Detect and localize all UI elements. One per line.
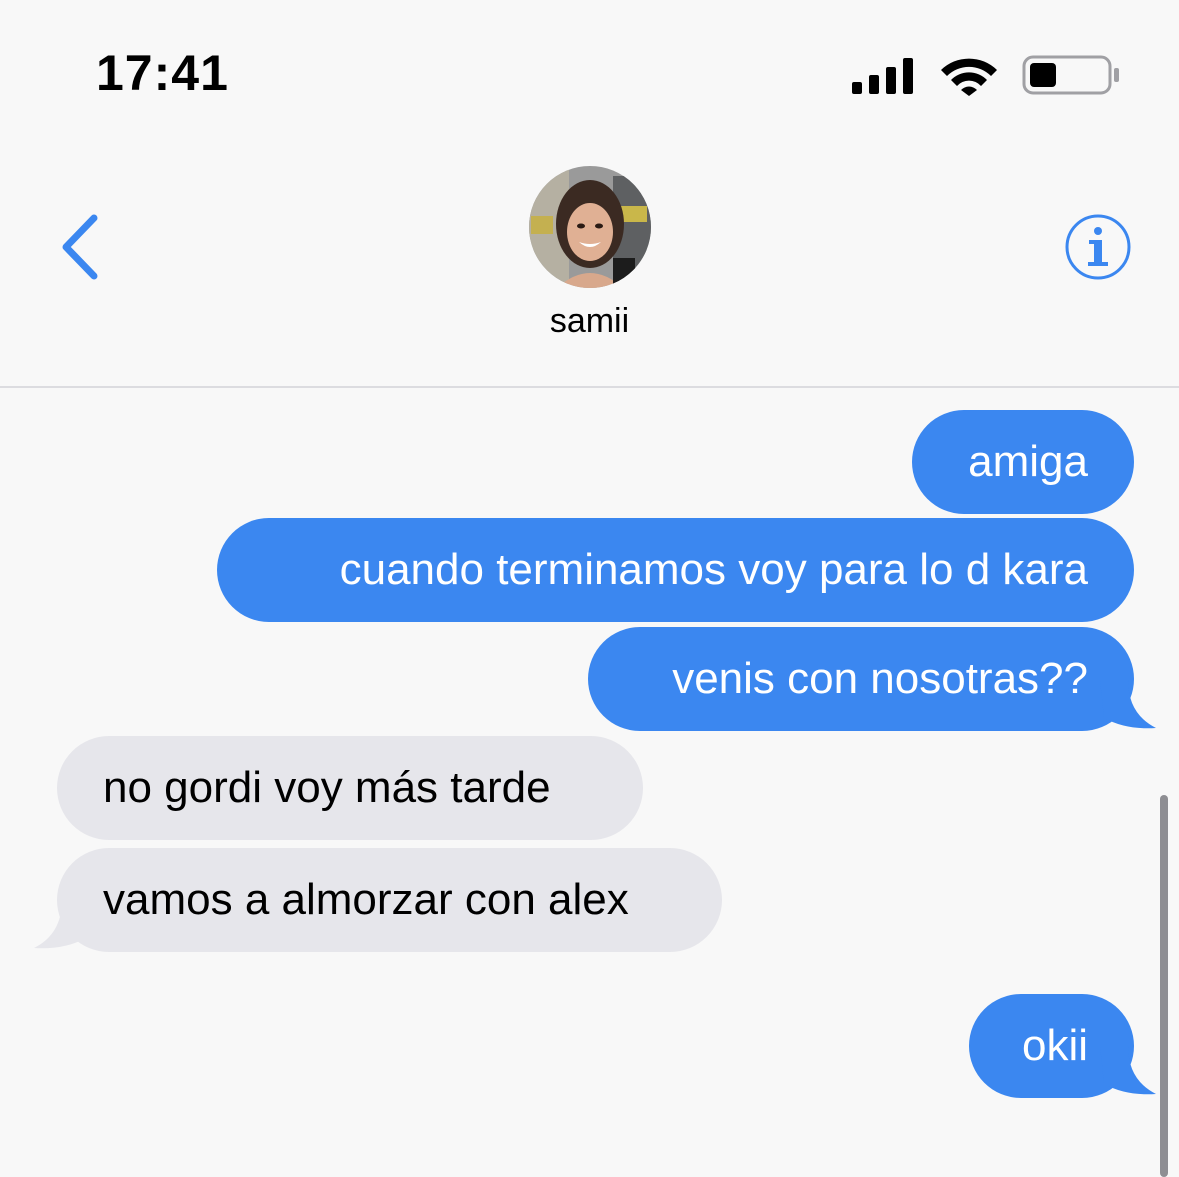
battery-level-fill [1030, 63, 1056, 87]
status-bar: 17:41 [0, 0, 1179, 150]
message-bubble-sent[interactable]: cuando terminamos voy para lo d kara [217, 518, 1134, 622]
bubble-tail [1100, 680, 1156, 729]
message-bubble-sent[interactable]: venis con nosotras?? [588, 627, 1134, 731]
wifi-icon [941, 58, 997, 96]
chevron-left-icon[interactable] [56, 212, 106, 282]
info-icon[interactable] [1063, 212, 1133, 282]
cellular-signal-icon [852, 58, 913, 94]
bubble-tail [34, 900, 90, 949]
battery-icon [1022, 55, 1119, 95]
scrollbar[interactable] [1160, 795, 1168, 1177]
status-time: 17:41 [96, 45, 229, 101]
bubble-tail [1100, 1046, 1156, 1095]
contact-avatar[interactable] [529, 166, 651, 288]
message-bubble-received[interactable]: vamos a almorzar con alex [57, 848, 722, 952]
message-bubble-sent[interactable]: amiga [912, 410, 1134, 514]
contact-name[interactable]: samii [0, 302, 1179, 341]
header-divider [0, 386, 1179, 388]
message-bubble-received[interactable]: no gordi voy más tarde [57, 736, 643, 840]
